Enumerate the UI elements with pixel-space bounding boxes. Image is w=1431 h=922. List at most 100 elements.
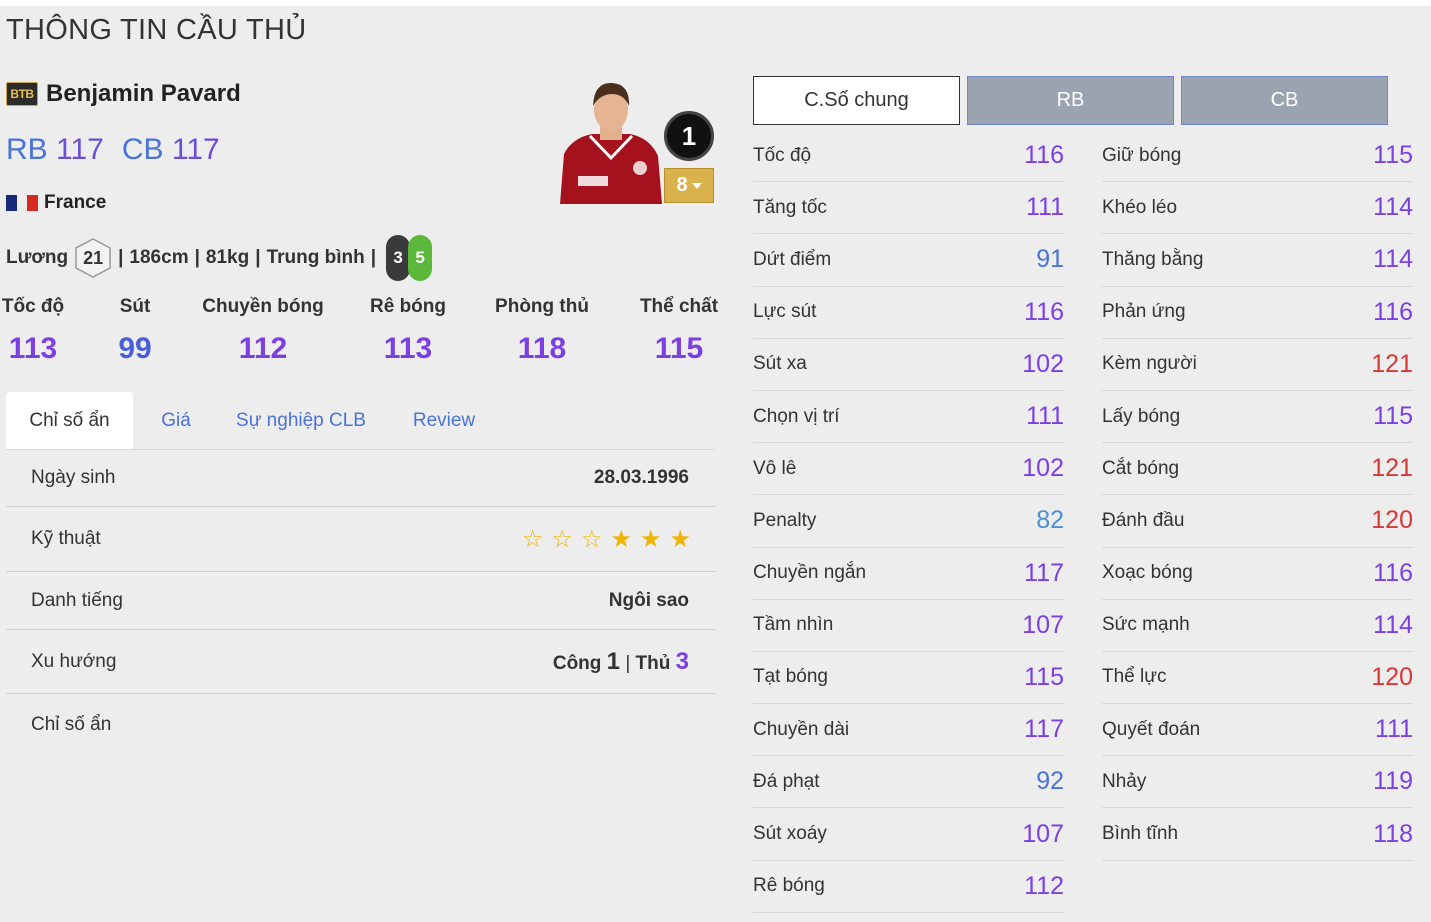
stats-column-left: Tốc độ 116 Tăng tốc 111 Dứt điểm 91 Lực sút 116… [753, 130, 1064, 913]
stat-row: Lấy bóng 115 [1102, 391, 1413, 444]
tab-position-rb[interactable]: RB [967, 76, 1174, 125]
stat-row: Penalty 82 [753, 495, 1064, 548]
detail-label: Xu hướng [31, 650, 117, 672]
star-empty-icon: ☆ [521, 525, 544, 553]
separator: | [255, 247, 261, 268]
tab-review[interactable]: Review [400, 392, 488, 449]
stat-name: Đá phạt [753, 770, 820, 792]
stat-name: Lấy bóng [1102, 405, 1181, 427]
detail-label: Chỉ số ẩn [31, 714, 112, 735]
summary-value: 99 [118, 332, 152, 365]
summary-label: Phòng thủ [495, 296, 589, 317]
stat-value: 102 [1022, 454, 1064, 483]
height: 186cm [129, 247, 189, 268]
position-rating: CB 117 [122, 133, 220, 167]
salary-hexagon-icon: 21 [74, 237, 112, 279]
stat-name: Sút xa [753, 353, 807, 375]
stat-name: Penalty [753, 509, 817, 531]
upgrade-level-dropdown[interactable]: 8 [664, 168, 714, 203]
position-code: RB [6, 133, 48, 166]
stat-row: Chọn vị trí 111 [753, 391, 1064, 444]
stat-name: Chuyền dài [753, 718, 850, 740]
stat-value: 107 [1022, 610, 1064, 639]
summary-stat: Phòng thủ 118 [495, 296, 589, 366]
weight: 81kg [205, 247, 250, 268]
stat-value: 121 [1371, 454, 1413, 483]
stat-row: Đá phạt 92 [753, 756, 1064, 809]
stat-row: Phản ứng 116 [1102, 287, 1413, 339]
star-empty-icon: ☆ [580, 525, 603, 553]
stat-row: Kèm người 121 [1102, 339, 1413, 391]
detail-label: Danh tiếng [31, 589, 123, 611]
attack-label: Công [552, 652, 602, 674]
rank-badge: 1 [664, 111, 714, 161]
tab-general-stats[interactable]: C.Số chung [753, 76, 960, 125]
summary-stat: Tốc độ 113 [2, 296, 64, 366]
stat-row: Tốc độ 116 [753, 130, 1064, 183]
summary-value: 113 [383, 332, 433, 365]
upgrade-level-value: 8 [676, 174, 688, 196]
separator: | [370, 247, 377, 268]
summary-stat: Rê bóng 113 [370, 296, 446, 366]
chevron-down-icon [691, 182, 702, 189]
stat-value: 91 [1036, 245, 1064, 274]
stat-value: 116 [1024, 297, 1064, 326]
tab-hidden-stats[interactable]: Chỉ số ẩn [6, 392, 133, 449]
stat-row: Sút xa 102 [753, 339, 1064, 391]
stat-value: 117 [1024, 558, 1064, 587]
stat-value: 121 [1371, 349, 1413, 378]
tab-price[interactable]: Giá [146, 392, 206, 449]
weak-foot-icon: 3 5 [386, 235, 433, 281]
stat-row: Xoạc bóng 116 [1102, 548, 1413, 600]
detail-row-reputation: Danh tiếng Ngôi sao [6, 572, 715, 630]
stat-value: 107 [1022, 819, 1064, 848]
salary-value: 21 [83, 247, 104, 268]
stat-name: Chuyền ngắn [753, 562, 867, 584]
stat-value: 102 [1022, 349, 1064, 378]
stat-row: Dứt điểm 91 [753, 234, 1064, 287]
stat-value: 115 [1373, 402, 1413, 431]
stat-name: Vô lê [753, 457, 797, 479]
birthdate-value: 28.03.1996 [593, 466, 689, 488]
stat-name: Sút xoáy [753, 823, 827, 845]
stat-row: Tăng tốc 111 [753, 182, 1064, 235]
stat-value: 92 [1036, 767, 1064, 796]
separator: | [625, 652, 631, 674]
position-ratings: RB 117 CB 117 [6, 133, 220, 167]
right-foot-value: 5 [408, 235, 433, 281]
stat-value: 111 [1025, 193, 1064, 222]
tab-position-cb[interactable]: CB [1181, 76, 1388, 125]
stat-value: 115 [1024, 662, 1064, 691]
separator: | [118, 247, 124, 268]
stat-value: 114 [1373, 610, 1413, 639]
summary-label: Chuyền bóng [202, 296, 324, 317]
stat-row: Giữ bóng 115 [1102, 130, 1413, 183]
body-type: Trung bình [266, 247, 365, 268]
season-badge-icon: BTB [6, 82, 38, 106]
stat-name: Bình tĩnh [1102, 823, 1179, 845]
stat-row: Khéo léo 114 [1102, 182, 1413, 235]
player-name: Benjamin Pavard [46, 80, 241, 107]
skill-stars: ☆ ☆ ☆ ★ ★ ★ [522, 525, 691, 554]
separator: | [194, 247, 200, 268]
stat-name: Tốc độ [753, 144, 812, 166]
stat-name: Đánh đầu [1102, 509, 1185, 531]
summary-stats: Tốc độ 113 Sút 99 Chuyền bóng 112 Rê bón… [2, 296, 718, 376]
summary-stat: Chuyền bóng 112 [202, 296, 323, 366]
detail-row-birthdate: Ngày sinh 28.03.1996 [6, 449, 715, 507]
star-filled-icon: ★ [669, 525, 691, 553]
summary-value: 113 [8, 332, 58, 365]
stat-row: Sức mạnh 114 [1102, 600, 1413, 652]
stat-value: 116 [1373, 297, 1413, 326]
stat-row: Chuyền ngắn 117 [753, 548, 1064, 600]
stat-row: Thăng bằng 114 [1102, 234, 1413, 287]
stat-name: Khéo léo [1102, 196, 1178, 218]
detail-row-trend: Xu hướng Công 1 | Thủ 3 [6, 630, 715, 694]
player-photo [560, 76, 662, 204]
stat-name: Kèm người [1102, 353, 1197, 375]
stat-value: 120 [1371, 662, 1413, 691]
position-tabs: C.Số chung RB CB [753, 76, 1388, 125]
defense-label: Thủ [635, 652, 671, 674]
stat-name: Phản ứng [1102, 301, 1186, 323]
tab-club-career[interactable]: Sự nghiệp CLB [228, 392, 374, 449]
